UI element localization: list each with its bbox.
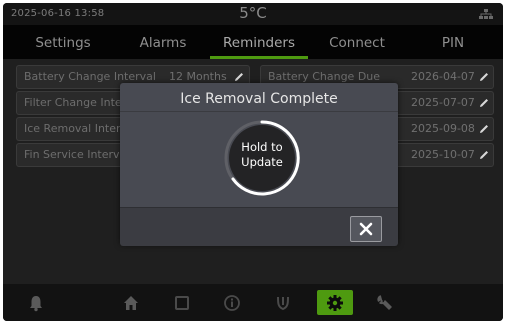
square-icon[interactable] [172, 293, 192, 313]
hold-to-update-label: Hold to Update [223, 140, 301, 170]
reminder-label: Filter Change Inte [24, 96, 122, 109]
reminder-label: Battery Change Interval [24, 70, 156, 83]
reminder-due-value: 2025-09-08 [411, 122, 475, 135]
wrench-icon[interactable] [375, 293, 395, 313]
dialog-footer [120, 207, 398, 246]
ice-removal-dialog: Ice Removal Complete Hold to Update [120, 83, 398, 246]
dialog-divider [120, 111, 398, 112]
defrost-icon[interactable] [273, 293, 293, 313]
device-screen: 2025-06-16 13:58 5°C Settings Alarms Rem… [3, 3, 503, 321]
tab-alarms[interactable]: Alarms [113, 25, 213, 59]
reminder-label: Ice Removal Inter [24, 122, 121, 135]
tab-reminders[interactable]: Reminders [210, 25, 308, 59]
reminder-label: Fin Service Interv [24, 148, 120, 161]
reminder-due-value: 2026-04-07 [411, 70, 475, 83]
tab-pin[interactable]: PIN [403, 25, 503, 59]
bottom-nav [3, 284, 503, 321]
reminder-due-value: 2025-10-07 [411, 148, 475, 161]
settings-nav-active[interactable] [317, 290, 353, 315]
reminder-due-value: 2025-07-07 [411, 96, 475, 109]
close-icon [359, 222, 373, 236]
hold-label-line2: Update [241, 155, 283, 169]
tab-connect[interactable]: Connect [308, 25, 406, 59]
info-icon[interactable] [222, 293, 242, 313]
home-icon[interactable] [121, 293, 141, 313]
status-temperature: 5°C [239, 4, 267, 22]
pencil-icon[interactable] [479, 150, 489, 160]
tab-settings[interactable]: Settings [3, 25, 123, 59]
dialog-title: Ice Removal Complete [180, 91, 338, 107]
network-icon [479, 9, 493, 19]
close-button[interactable] [350, 216, 382, 242]
tab-bar: Settings Alarms Reminders Connect PIN [3, 25, 503, 59]
pencil-icon[interactable] [479, 124, 489, 134]
status-bar: 2025-06-16 13:58 5°C [3, 3, 503, 25]
reminder-value: 12 Months [169, 70, 227, 83]
gear-icon [327, 295, 343, 311]
hold-label-line1: Hold to [241, 140, 283, 154]
pencil-icon[interactable] [479, 98, 489, 108]
bell-icon[interactable] [26, 293, 46, 313]
pencil-icon[interactable] [234, 72, 244, 82]
pencil-icon[interactable] [479, 72, 489, 82]
reminder-due-label: Battery Change Due [268, 70, 381, 83]
